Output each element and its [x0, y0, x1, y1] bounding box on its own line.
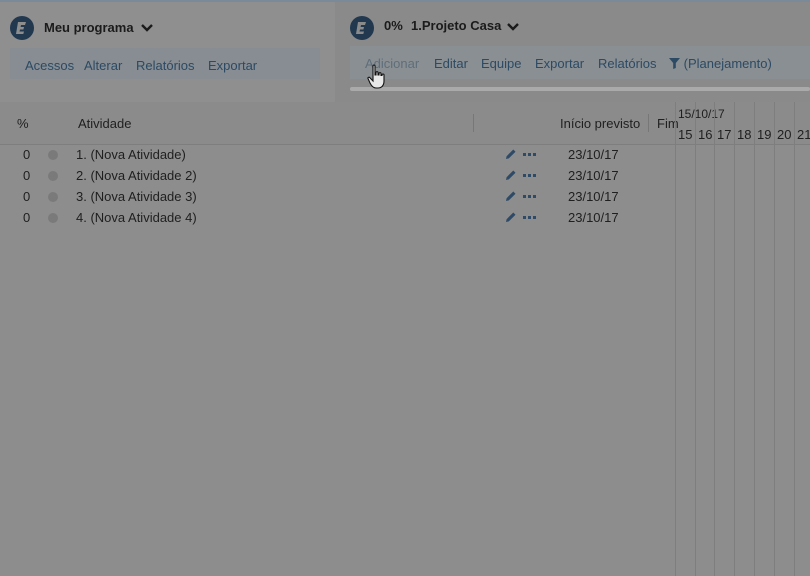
- filter-label: (Planejamento): [683, 56, 772, 71]
- menu-exportar[interactable]: Exportar: [208, 58, 257, 73]
- table-row[interactable]: 0 3. (Nova Atividade 3) 23/10/17: [0, 186, 675, 207]
- col-activity[interactable]: Atividade: [78, 116, 131, 131]
- chevron-down-icon[interactable]: [140, 21, 154, 35]
- gantt-gridline: [714, 102, 715, 576]
- gantt-gridline: [794, 102, 795, 576]
- gantt-day: 15: [678, 127, 693, 142]
- gantt-day: 16: [698, 127, 713, 142]
- project-logo-icon[interactable]: [350, 16, 374, 40]
- gantt-gridline: [675, 102, 676, 576]
- row-activity-name[interactable]: 3. (Nova Atividade 3): [76, 189, 197, 204]
- menu-acessos[interactable]: Acessos: [25, 58, 74, 73]
- gantt-day: 17: [717, 127, 732, 142]
- row-percent: 0: [23, 189, 31, 204]
- project-menu: Adicionar Editar Equipe Exportar Relatór…: [350, 46, 810, 79]
- more-options-icon[interactable]: [523, 211, 536, 223]
- app-logo-icon[interactable]: [10, 16, 34, 40]
- column-divider[interactable]: [648, 114, 649, 132]
- gantt-day: 20: [777, 127, 792, 142]
- row-start-date: 23/10/17: [568, 189, 619, 204]
- row-start-date: 23/10/17: [568, 168, 619, 183]
- menu-alterar[interactable]: Alterar: [84, 58, 122, 73]
- program-panel: Meu programa Acessos Alterar Relatórios …: [0, 2, 335, 102]
- row-start-date: 23/10/17: [568, 210, 619, 225]
- status-dot-icon: [48, 171, 58, 181]
- row-activity-name[interactable]: 1. (Nova Atividade): [76, 147, 186, 162]
- gantt-day: 18: [737, 127, 752, 142]
- row-percent: 0: [23, 210, 31, 225]
- status-dot-icon: [48, 150, 58, 160]
- more-options-icon[interactable]: [523, 169, 536, 181]
- table-row[interactable]: 0 1. (Nova Atividade) 23/10/17: [0, 144, 675, 165]
- pencil-icon[interactable]: [505, 148, 517, 160]
- col-start[interactable]: Início previsto: [560, 116, 640, 131]
- pencil-icon[interactable]: [505, 211, 517, 223]
- project-name[interactable]: 1.Projeto Casa: [411, 18, 501, 33]
- gantt-gridline: [695, 102, 696, 576]
- gantt-gridline: [754, 102, 755, 576]
- row-start-date: 23/10/17: [568, 147, 619, 162]
- pencil-icon[interactable]: [505, 190, 517, 202]
- gantt-gridline: [774, 102, 775, 576]
- more-options-icon[interactable]: [523, 190, 536, 202]
- gantt-day: 21: [797, 127, 810, 142]
- project-percent: 0%: [384, 18, 403, 33]
- filter-icon: [669, 58, 680, 69]
- col-percent[interactable]: %: [17, 116, 29, 131]
- program-title[interactable]: Meu programa: [44, 20, 134, 35]
- chevron-down-icon[interactable]: [506, 20, 520, 34]
- menu-equipe[interactable]: Equipe: [481, 56, 521, 71]
- row-activity-name[interactable]: 4. (Nova Atividade 4): [76, 210, 197, 225]
- menu-editar[interactable]: Editar: [434, 56, 468, 71]
- row-percent: 0: [23, 168, 31, 183]
- program-menu: Acessos Alterar Relatórios Exportar: [10, 48, 320, 79]
- gantt-day: 19: [757, 127, 772, 142]
- pencil-icon[interactable]: [505, 169, 517, 181]
- row-percent: 0: [23, 147, 31, 162]
- filter-planejamento[interactable]: (Planejamento): [669, 56, 772, 71]
- menu-relatorios-projeto[interactable]: Relatórios: [598, 56, 657, 71]
- horizontal-scrollbar[interactable]: [350, 87, 810, 91]
- gantt-gridline: [734, 102, 735, 576]
- column-divider[interactable]: [473, 114, 474, 132]
- table-row[interactable]: 0 2. (Nova Atividade 2) 23/10/17: [0, 165, 675, 186]
- menu-exportar-projeto[interactable]: Exportar: [535, 56, 584, 71]
- more-options-icon[interactable]: [523, 148, 536, 160]
- hand-cursor-icon: [367, 64, 385, 89]
- menu-relatorios[interactable]: Relatórios: [136, 58, 195, 73]
- status-dot-icon: [48, 192, 58, 202]
- status-dot-icon: [48, 213, 58, 223]
- row-activity-name[interactable]: 2. (Nova Atividade 2): [76, 168, 197, 183]
- gantt-week-label: 15/10/17: [678, 107, 810, 121]
- table-row[interactable]: 0 4. (Nova Atividade 4) 23/10/17: [0, 207, 675, 228]
